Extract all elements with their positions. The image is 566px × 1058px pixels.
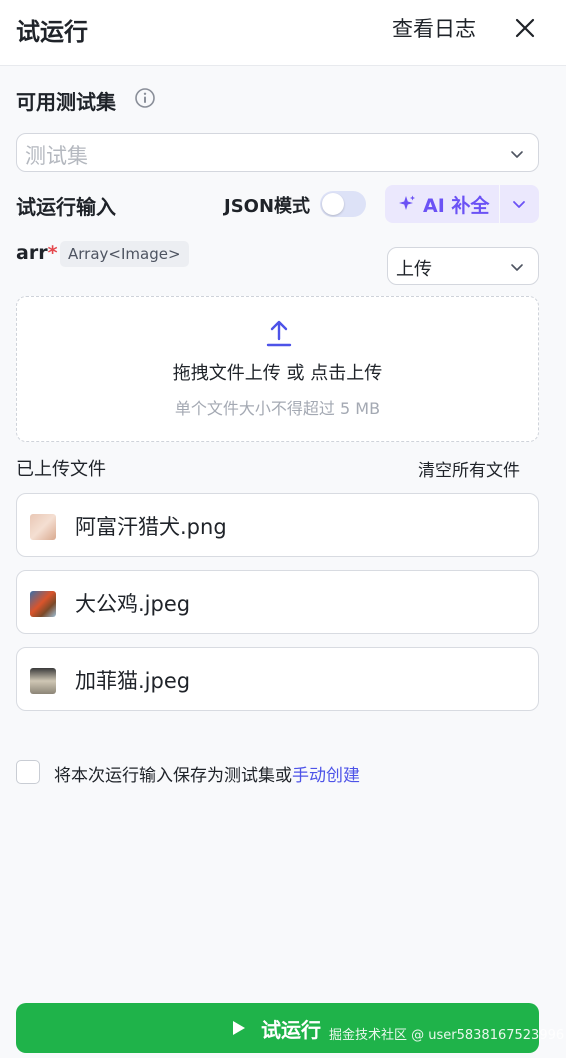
param-name-text: arr [16, 242, 48, 264]
info-icon[interactable] [134, 87, 156, 109]
param-type-tag: Array<Image> [60, 241, 189, 267]
file-thumbnail [30, 591, 56, 617]
watermark: 掘金技术社区 @ user5838167523996 [329, 1028, 565, 1043]
source-select[interactable]: 上传 [387, 247, 539, 285]
json-mode-label: JSON模式 [224, 196, 311, 217]
upload-main-text: 拖拽文件上传 或 点击上传 [172, 363, 383, 384]
run-button-label: 试运行 [261, 1018, 321, 1042]
upload-hint: 单个文件大小不得超过 5 MB [174, 399, 381, 418]
save-text: 将本次运行输入保存为测试集或 [54, 766, 292, 786]
sparkle-icon [399, 195, 415, 210]
chevron-down-icon [513, 201, 525, 208]
chevron-down-icon [511, 151, 523, 158]
ai-complete-dropdown[interactable] [500, 185, 539, 223]
upload-icon [266, 320, 292, 347]
file-item[interactable]: 大公鸡.jpeg [16, 570, 539, 634]
testset-select[interactable]: 测试集 [16, 133, 539, 172]
toggle-knob [322, 193, 344, 215]
save-as-testset-checkbox[interactable] [16, 760, 40, 784]
file-item[interactable]: 加菲猫.jpeg [16, 647, 539, 711]
file-thumbnail [30, 668, 56, 694]
file-name: 大公鸡.jpeg [75, 592, 191, 616]
upload-dropzone[interactable]: 拖拽文件上传 或 点击上传 单个文件大小不得超过 5 MB [16, 296, 539, 442]
ai-complete-button[interactable]: AI 补全 [385, 185, 499, 223]
json-mode-toggle[interactable] [320, 191, 366, 217]
panel-title: 试运行 [16, 18, 88, 46]
manual-create-link[interactable]: 手动创建 [292, 766, 360, 786]
required-mark: * [47, 242, 58, 264]
file-thumbnail [30, 514, 56, 540]
uploaded-files-label: 已上传文件 [16, 459, 106, 480]
param-name: arr* [16, 242, 58, 264]
play-icon [233, 1021, 245, 1035]
testset-placeholder: 测试集 [25, 144, 88, 168]
file-name: 加菲猫.jpeg [75, 669, 191, 693]
close-icon[interactable] [512, 15, 538, 41]
source-value: 上传 [396, 259, 432, 280]
save-as-testset-text: 将本次运行输入保存为测试集或手动创建 [54, 761, 360, 786]
view-logs-button[interactable]: 查看日志 [392, 13, 476, 43]
file-item[interactable]: 阿富汗猎犬.png [16, 493, 539, 557]
clear-all-files-button[interactable]: 清空所有文件 [418, 456, 520, 481]
panel-header: 试运行 查看日志 [0, 0, 566, 66]
testset-label: 可用测试集 [16, 90, 116, 114]
run-input-label: 试运行输入 [16, 195, 116, 219]
chevron-down-icon [511, 264, 523, 271]
file-name: 阿富汗猎犬.png [75, 515, 227, 539]
ai-complete-label: AI 补全 [423, 195, 490, 217]
